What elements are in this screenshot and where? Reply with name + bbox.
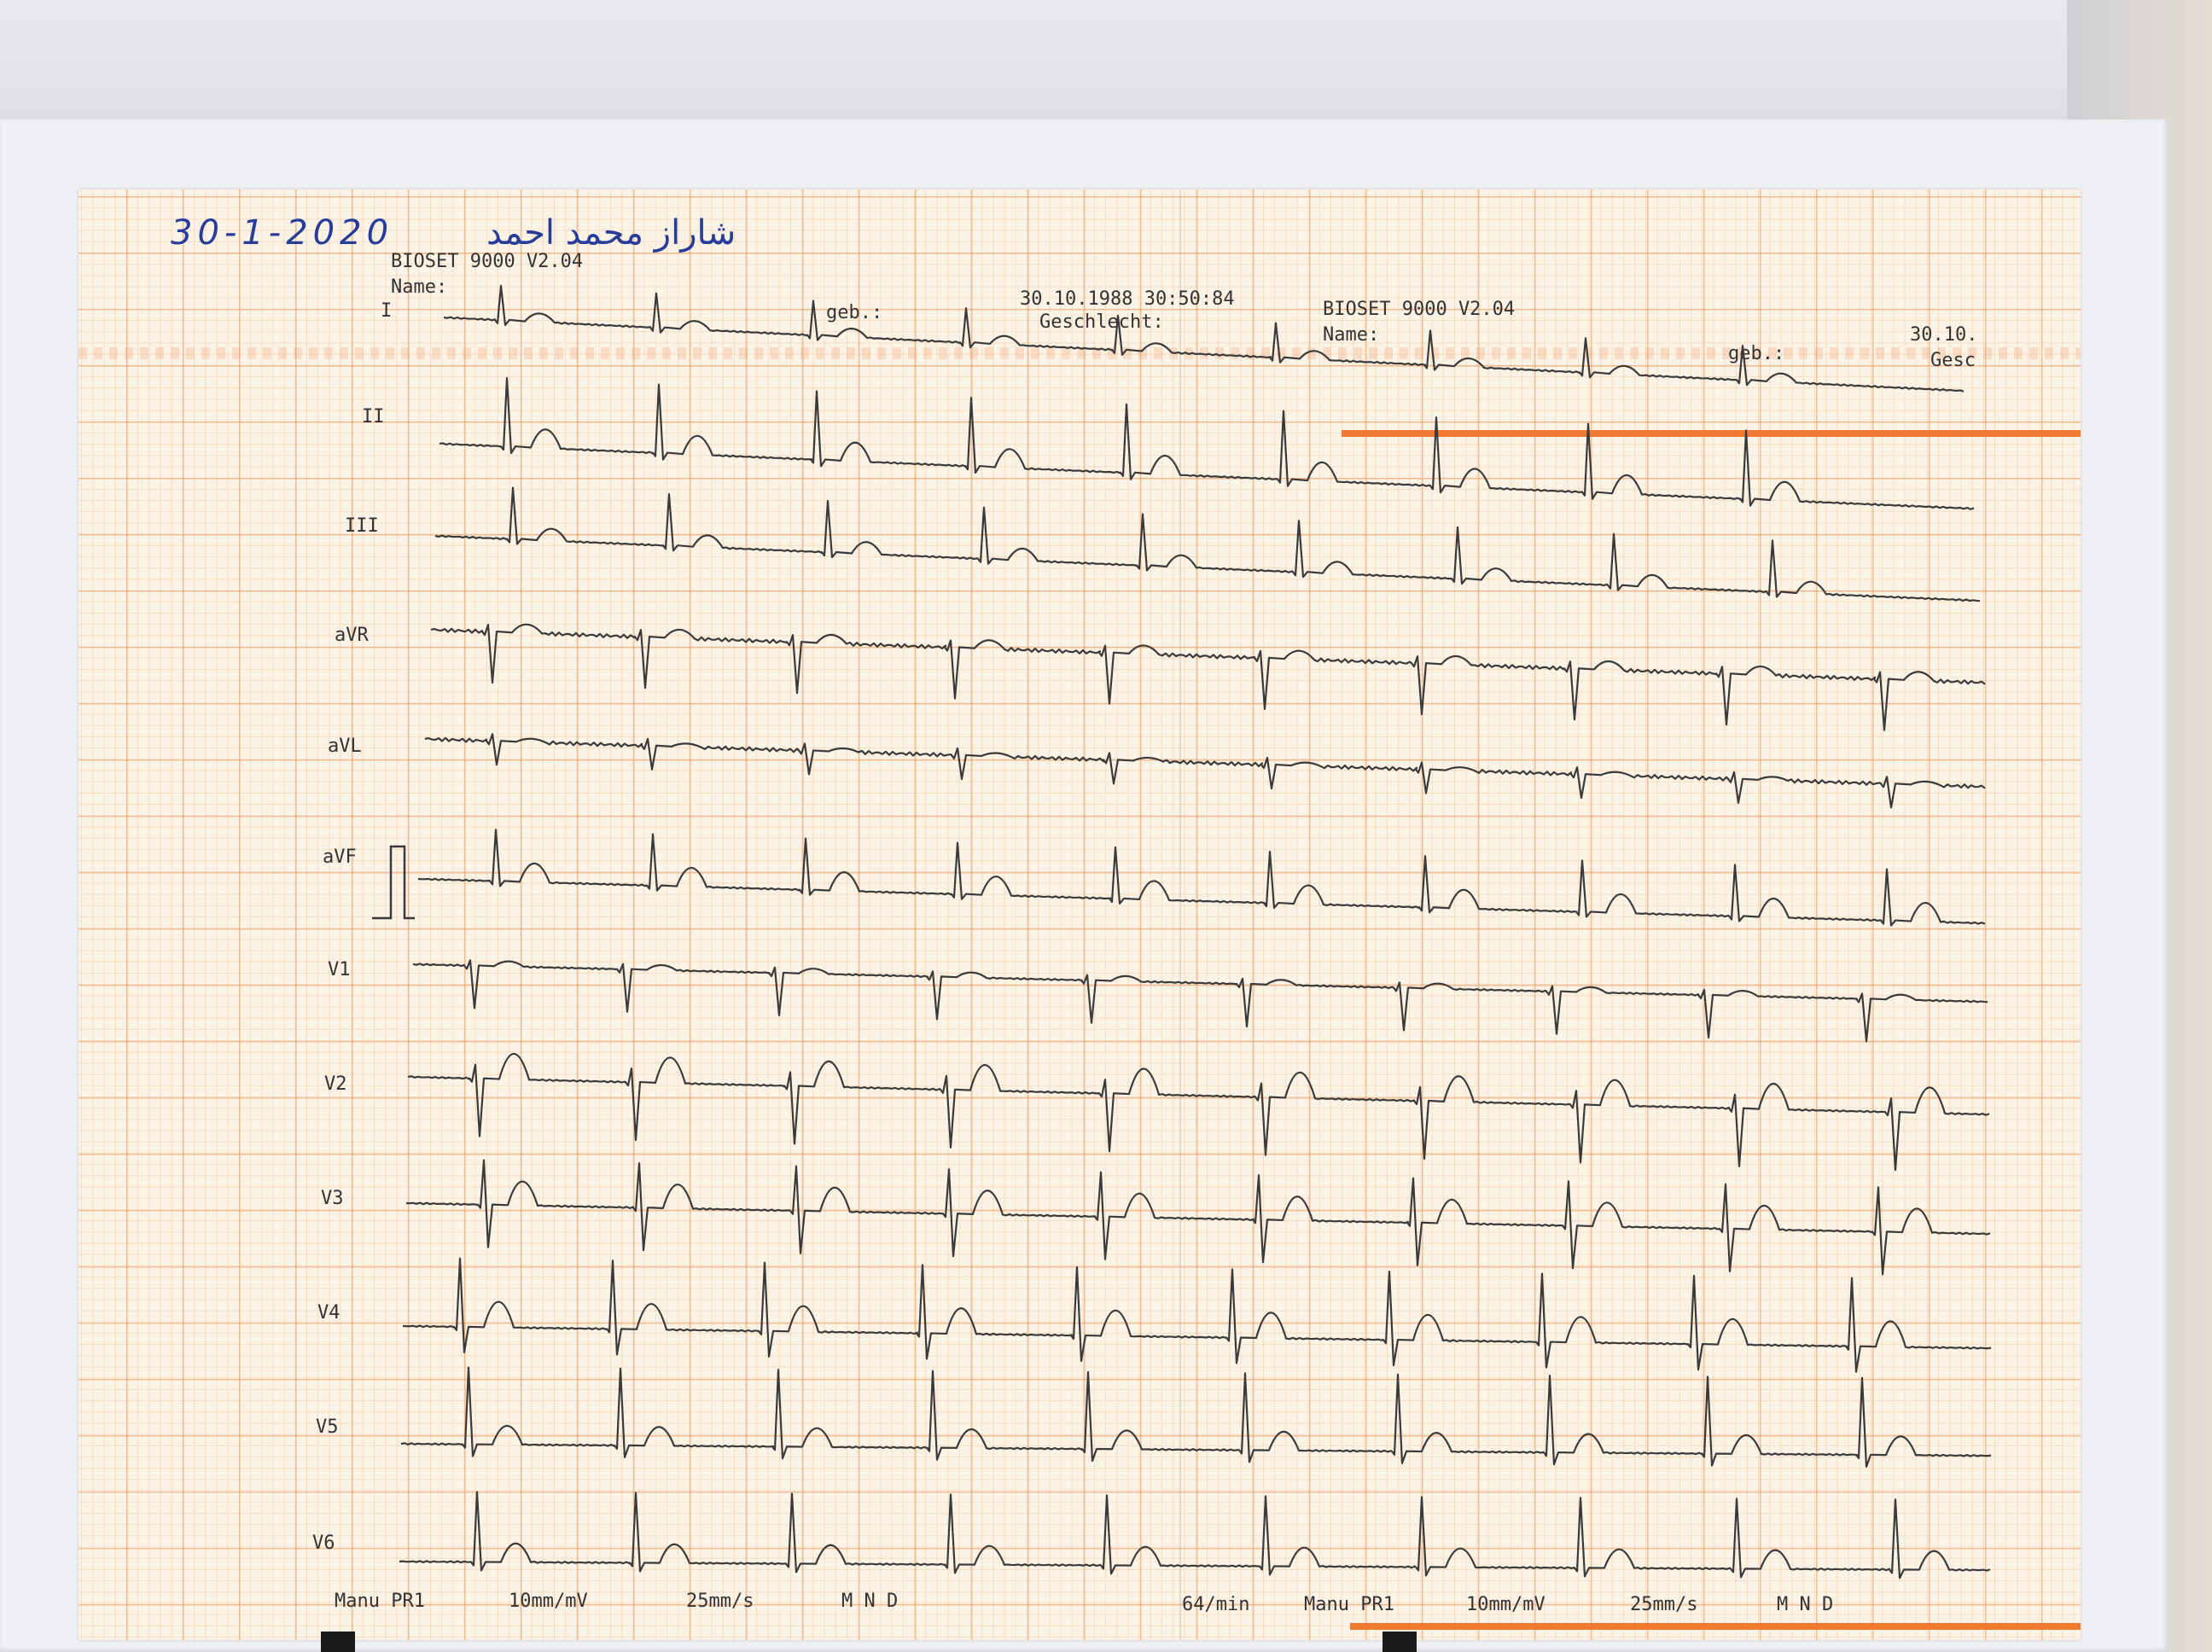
ecg-trace-II	[439, 376, 1975, 510]
calibration-pulse	[372, 845, 415, 920]
ecg-trace-V6	[399, 1491, 1991, 1579]
ecg-trace-V5	[400, 1366, 1992, 1468]
ecg-trace-V3	[405, 1159, 1991, 1276]
ecg-trace-aVR	[430, 623, 1986, 731]
ecg-trace-V4	[402, 1257, 1992, 1373]
ecg-trace-aVL	[424, 733, 1986, 809]
ecg-trace-III	[434, 486, 1981, 602]
ecg-trace-I	[443, 284, 1965, 393]
ecg-trace-V2	[407, 1052, 1990, 1172]
ecg-trace-aVF	[417, 829, 1986, 927]
ecg-traces	[372, 284, 1992, 1579]
ecg-trace-V1	[412, 959, 1988, 1043]
